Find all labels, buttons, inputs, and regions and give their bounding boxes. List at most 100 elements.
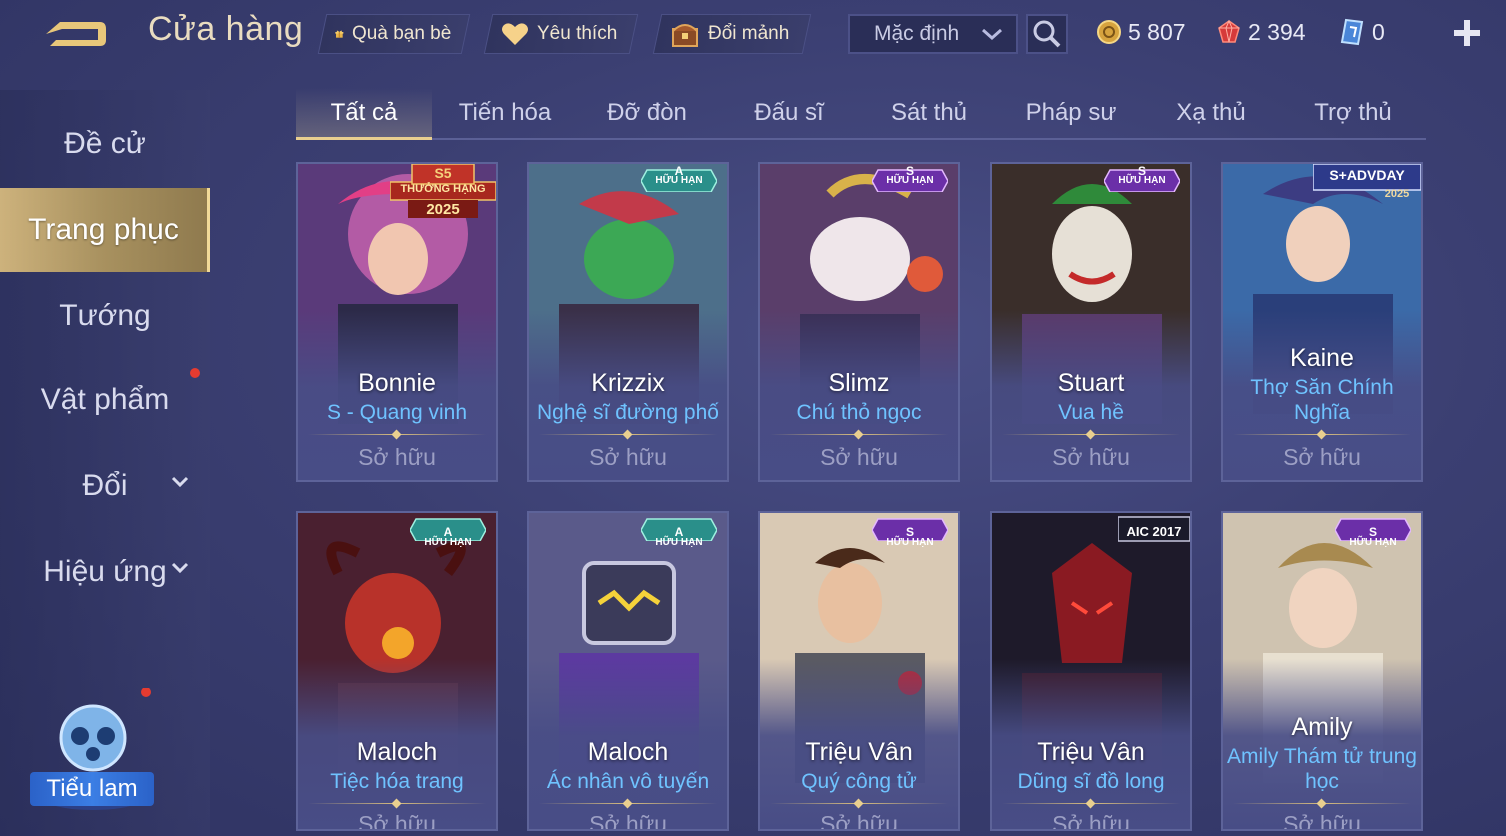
owned-status: Sở hữu (589, 444, 667, 470)
page-title: Cửa hàng (148, 10, 304, 48)
skin-card[interactable]: A HỮU HẠN Maloch Tiệc hóa trang Sở hữu (296, 511, 498, 831)
sidebar-item-label: Đề cử (64, 127, 146, 160)
gem-balance: 2 394 (1216, 16, 1306, 48)
hero-name: Maloch (587, 738, 669, 766)
chevron-down-icon (171, 476, 189, 488)
sidebar-item-label: Trang phục (28, 213, 179, 246)
rank-year-label: 2025 (426, 201, 460, 218)
limited-label: HỮU HẠN (1118, 175, 1166, 186)
owned-status: Sở hữu (820, 811, 898, 831)
skin-name: Ác nhân vô tuyến (546, 770, 710, 793)
tab-all[interactable]: Tất cả (296, 88, 432, 140)
owned-status: Sở hữu (589, 811, 667, 831)
limited-label: HỮU HẠN (655, 175, 703, 186)
voucher-icon (1340, 18, 1364, 46)
sort-dropdown-value: Mặc định (874, 22, 960, 45)
sidebar-item-exchange[interactable]: Đổi (0, 446, 210, 526)
owned-status: Sở hữu (1052, 444, 1130, 470)
gold-balance: 5 807 (1096, 16, 1186, 48)
skin-card[interactable]: S HỮU HẠN Slimz Chú thỏ ngọc Sở hữu (758, 162, 960, 482)
sidebar-item-label: Tướng (59, 299, 151, 332)
treasure-chest-icon (672, 24, 698, 47)
gold-coin-icon (1097, 20, 1121, 44)
tab-tank[interactable]: Đỡ đòn (578, 88, 716, 138)
sidebar-item-heroes[interactable]: Tướng (0, 276, 210, 356)
tab-fighter[interactable]: Đấu sĩ (720, 88, 858, 138)
skin-card[interactable]: A HỮU HẠN Maloch Ác nhân vô tuyến Sở hữu (527, 511, 729, 831)
tab-assassin[interactable]: Sát thủ (860, 88, 998, 138)
sidebar-item-label: Hiệu ứng (43, 555, 167, 588)
skin-card[interactable]: A HỮU HẠN Krizzix Nghệ sĩ đường phố Sở h… (527, 162, 729, 482)
tab-marksman[interactable]: Xạ thủ (1142, 88, 1280, 138)
hero-name: Maloch (356, 738, 438, 766)
red-gem-icon (1218, 19, 1240, 43)
skin-name: Quý công tử (801, 770, 917, 793)
gem-value: 2 394 (1248, 18, 1306, 45)
skin-card[interactable]: S HỮU HẠN Triệu Vân Quý công tử Sở hữu (758, 511, 960, 831)
sort-dropdown[interactable]: Mặc định (848, 14, 1018, 54)
skin-card[interactable]: AIC 2017 Triệu Vân Dũng sĩ đồ long Sở hữ… (990, 511, 1192, 831)
owned-status: Sở hữu (1283, 444, 1361, 470)
owned-status: Sở hữu (358, 444, 436, 470)
top-bar: Cửa hàng Quà bạn bè Yêu thích Đổi mảnh M… (0, 0, 1506, 68)
event-label: AIC 2017 (1126, 524, 1182, 539)
chevron-down-icon (171, 562, 189, 574)
hero-name: Kaine (1290, 344, 1354, 372)
gold-value: 5 807 (1128, 18, 1186, 45)
shard-exchange-button[interactable]: Đổi mảnh (652, 14, 812, 54)
voucher-value: 0 (1372, 18, 1385, 45)
event-year-label: 2025 (1384, 188, 1410, 200)
rank-season-label: S5 (434, 165, 452, 181)
skin-name: Chú thỏ ngọc (796, 401, 922, 424)
skin-card[interactable]: S HỮU HẠN Stuart Vua hề Sở hữu (990, 162, 1192, 482)
sidebar-item-label: Vật phẩm (40, 383, 170, 416)
limited-label: HỮU HẠN (1349, 537, 1397, 548)
skin-card[interactable]: S HỮU HẠN Amily Amily Thám tử trung học … (1221, 511, 1423, 831)
gift-icon (335, 30, 344, 38)
skin-name: Vua hề (1058, 401, 1124, 424)
skin-card[interactable]: S5 THƯỞNG HẠNG 2025 Bonnie S - Quang vin… (296, 162, 498, 482)
search-button[interactable] (1026, 14, 1068, 54)
search-icon (1033, 20, 1061, 48)
heart-icon (502, 23, 528, 45)
chevron-down-icon (982, 28, 1002, 41)
rank-reward-label: THƯỞNG HẠNG (400, 183, 486, 195)
friend-gift-button[interactable]: Quà bạn bè (317, 14, 471, 54)
skin-name: Thợ Săn Chính Nghĩa (1250, 376, 1394, 424)
event-label: S+ADVDAY (1329, 167, 1405, 183)
limited-label: HỮU HẠN (886, 537, 934, 548)
hero-name: Stuart (1057, 369, 1125, 397)
skin-name: Tiệc hóa trang (330, 770, 464, 793)
skin-name: Dũng sĩ đồ long (1017, 770, 1165, 793)
notification-dot (190, 368, 200, 378)
owned-status: Sở hữu (1283, 811, 1361, 831)
limited-label: HỮU HẠN (886, 175, 934, 186)
owned-status: Sở hữu (820, 444, 898, 470)
skin-card[interactable]: S+ADVDAY 2025 Kaine Thợ Săn Chính Nghĩa … (1221, 162, 1423, 482)
tab-evolution[interactable]: Tiến hóa (436, 88, 574, 138)
hero-name: Triệu Vân (1037, 738, 1145, 766)
limited-label: HỮU HẠN (655, 537, 703, 548)
plus-icon[interactable] (1448, 14, 1486, 52)
favorites-button[interactable]: Yêu thích (483, 14, 639, 54)
sidebar-item-effects[interactable]: Hiệu ứng (0, 532, 210, 612)
hero-name: Bonnie (358, 369, 436, 397)
hero-name: Triệu Vân (805, 738, 913, 766)
owned-status: Sở hữu (1052, 811, 1130, 831)
sidebar-item-featured[interactable]: Đề cử (0, 104, 210, 184)
sidebar-item-items[interactable]: Vật phẩm (0, 360, 210, 440)
skin-name: Nghệ sĩ đường phố (537, 401, 719, 424)
hero-name: Krizzix (591, 369, 665, 397)
hero-name: Slimz (828, 369, 890, 397)
assistant-label: Tiểu lam (30, 772, 154, 806)
favorites-label: Yêu thích (537, 23, 618, 44)
tab-support[interactable]: Trợ thủ (1282, 88, 1424, 138)
skin-name: Amily Thám tử trung học (1227, 745, 1417, 793)
sidebar-item-skins[interactable]: Trang phục (0, 188, 210, 272)
limited-label: HỮU HẠN (424, 537, 472, 548)
back-arrow-icon[interactable] (40, 12, 110, 52)
voucher-balance: 0 (1338, 16, 1385, 48)
tab-mage[interactable]: Pháp sư (1002, 88, 1140, 138)
owned-status: Sở hữu (358, 811, 436, 831)
role-tabs: Tất cả Tiến hóa Đỡ đòn Đấu sĩ Sát thủ Ph… (296, 88, 1426, 140)
